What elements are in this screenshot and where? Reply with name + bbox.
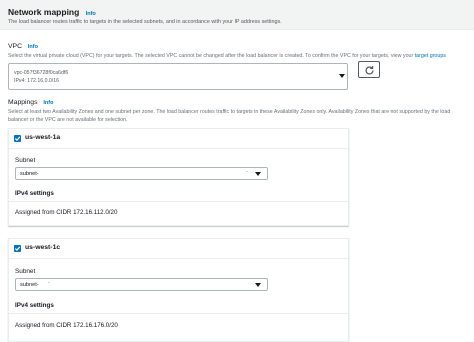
ipv4-settings-title: IPv4 settings bbox=[15, 302, 54, 309]
subnet-id-masked: · bbox=[48, 280, 50, 286]
ipv4-settings-title: IPv4 settings bbox=[15, 190, 54, 197]
section-title-text: Network mapping bbox=[8, 7, 80, 17]
az-card-us-west-1c: us-west-1c Subnet subnet- · IPv4 setting… bbox=[8, 238, 349, 342]
mappings-info-link[interactable]: Info bbox=[43, 100, 53, 106]
az-checkbox-us-west-1a[interactable] bbox=[14, 135, 21, 142]
subnet-label: Subnet bbox=[15, 157, 36, 164]
subnet-value: subnet- bbox=[20, 282, 39, 288]
caret-down-icon bbox=[255, 172, 261, 176]
vpc-description: Select the virtual private cloud (VPC) f… bbox=[8, 53, 470, 61]
section-description: The load balancer routes traffic to targ… bbox=[8, 19, 282, 25]
vpc-description-text: Select the virtual private cloud (VPC) f… bbox=[8, 53, 415, 59]
caret-down-icon bbox=[339, 74, 345, 78]
subnet-select-us-west-1c[interactable]: subnet- · bbox=[15, 278, 268, 291]
vpc-info-link[interactable]: Info bbox=[28, 44, 38, 50]
mappings-label-text: Mappings bbox=[8, 99, 38, 106]
checkmark-icon bbox=[14, 246, 21, 251]
az-card-us-west-1a: us-west-1a Subnet subnet- · IPv4 setting… bbox=[8, 128, 349, 226]
az-name: us-west-1a bbox=[25, 134, 61, 141]
network-mapping-info-link[interactable]: Info bbox=[86, 11, 96, 17]
section-title: Network mapping Info bbox=[8, 7, 96, 17]
az-card-header: us-west-1c bbox=[9, 239, 348, 259]
subnet-value: subnet- bbox=[20, 171, 39, 177]
mappings-description: Select at least two Availability Zones a… bbox=[8, 109, 451, 123]
caret-down-icon bbox=[255, 283, 261, 287]
vpc-cidr: IPv4: 172.16.0.0/16 bbox=[14, 78, 59, 84]
mappings-label: Mappings Info bbox=[8, 99, 53, 106]
vpc-label-text: VPC bbox=[8, 43, 22, 50]
subnet-id-masked: · bbox=[246, 169, 248, 175]
refresh-button[interactable] bbox=[358, 61, 380, 78]
target-groups-link[interactable]: target groups bbox=[415, 53, 446, 59]
assigned-cidr: Assigned from CIDR 172.16.112.0/20 bbox=[15, 209, 118, 216]
subnet-label: Subnet bbox=[15, 268, 36, 275]
vpc-select[interactable]: vpc-057f36728f0ca6df6 IPv4: 172.16.0.0/1… bbox=[8, 63, 348, 90]
vpc-label: VPC Info bbox=[8, 43, 38, 50]
az-name: us-west-1c bbox=[25, 244, 61, 251]
vpc-id: vpc-057f36728f0ca6df6 bbox=[14, 70, 69, 76]
divider bbox=[9, 201, 348, 202]
assigned-cidr: Assigned from CIDR 172.16.176.0/20 bbox=[15, 322, 118, 329]
az-card-header: us-west-1a bbox=[9, 129, 348, 149]
az-checkbox-us-west-1c[interactable] bbox=[14, 245, 21, 252]
subnet-select-us-west-1a[interactable]: subnet- · bbox=[15, 167, 268, 180]
refresh-icon bbox=[365, 66, 374, 75]
divider bbox=[9, 313, 348, 314]
checkmark-icon bbox=[14, 136, 21, 141]
